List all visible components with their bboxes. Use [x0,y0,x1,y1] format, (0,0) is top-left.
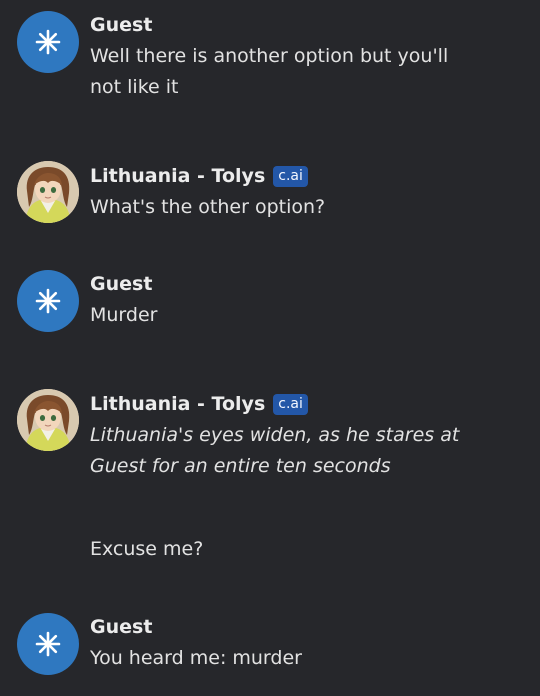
character-portrait [17,161,79,223]
message-text: You heard me: murder [90,643,510,674]
message-line: What's the other option? [90,196,326,218]
message-text: Murder [90,300,510,331]
message-line: Lithuania's eyes widen, as he stares at [90,424,460,446]
message-line: Excuse me? [90,538,204,560]
character-avatar[interactable] [17,389,79,451]
guest-avatar[interactable] [17,613,79,675]
character-portrait [17,389,79,451]
author-name: Lithuania - Tolys [90,165,266,187]
star-burst-icon [35,288,61,314]
message-text: Excuse me? [90,534,510,565]
message-action-text: Lithuania's eyes widen, as he stares at … [90,420,510,482]
message-line: not like it [90,76,179,98]
guest-avatar[interactable] [17,11,79,73]
star-burst-icon [35,29,61,55]
message-text: What's the other option? [90,192,510,223]
message-line: Guest for an entire ten seconds [90,455,391,477]
star-burst-icon [35,631,61,657]
message-text: Well there is another option but you'll … [90,41,510,103]
author-name: Guest [90,616,153,638]
guest-avatar[interactable] [17,270,79,332]
ai-badge: c.ai [273,165,308,187]
message-line: You heard me: murder [90,647,302,669]
author-name: Guest [90,14,153,36]
message-line: Well there is another option but you'll [90,45,449,67]
message-line: Murder [90,304,158,326]
ai-badge: c.ai [273,393,308,415]
character-avatar[interactable] [17,161,79,223]
author-name: Lithuania - Tolys [90,393,266,415]
author-name: Guest [90,273,153,295]
